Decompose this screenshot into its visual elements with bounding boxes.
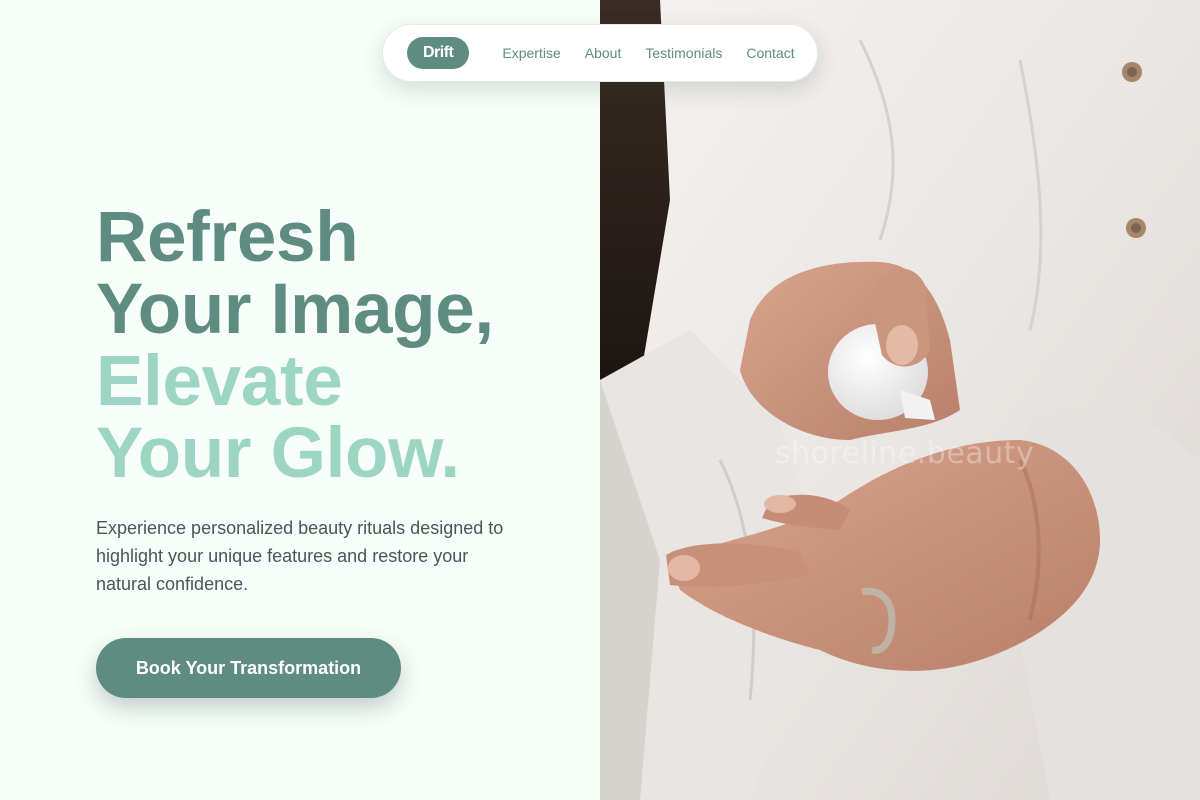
nav-link-contact[interactable]: Contact: [746, 45, 794, 61]
hero-image-illustration: [600, 0, 1200, 800]
headline-line-2: Your Image,: [96, 270, 494, 349]
brand-logo[interactable]: Drift: [407, 37, 470, 69]
headline-line-4: Your Glow.: [96, 414, 460, 493]
book-transformation-button[interactable]: Book Your Transformation: [96, 638, 401, 698]
nav-link-testimonials[interactable]: Testimonials: [645, 45, 722, 61]
headline-line-3: Elevate: [96, 342, 343, 421]
nav-link-expertise[interactable]: Expertise: [502, 45, 560, 61]
image-watermark: shoreline.beauty: [775, 436, 1035, 471]
hero-image: [600, 0, 1200, 800]
nav-link-about[interactable]: About: [585, 45, 622, 61]
main-nav: Drift Expertise About Testimonials Conta…: [382, 24, 818, 82]
headline-line-1: Refresh: [96, 198, 359, 277]
hero-description: Experience personalized beauty rituals d…: [96, 518, 504, 594]
hero-headline: Refresh Your Image, Elevate Your Glow.: [96, 202, 494, 490]
